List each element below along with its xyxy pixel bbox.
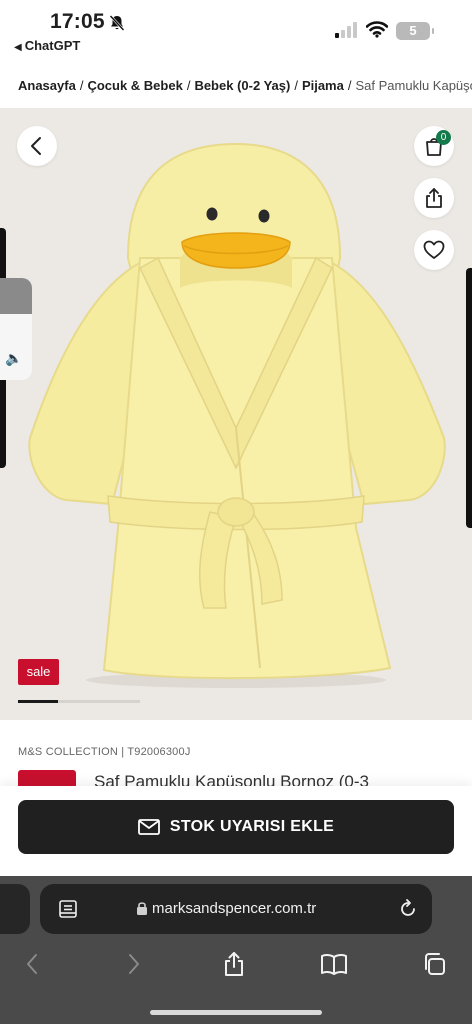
share-icon: [225, 952, 243, 976]
back-to-app-link[interactable]: ◀ ChatGPT: [14, 38, 80, 53]
browser-share-button[interactable]: [214, 946, 254, 982]
wifi-icon: [366, 21, 388, 38]
back-triangle-icon: ◀: [14, 42, 22, 53]
speaker-icon: 🔈: [5, 350, 23, 366]
breadcrumb-item-baby[interactable]: Bebek (0-2 Yaş): [194, 78, 290, 93]
wishlist-button[interactable]: [414, 230, 454, 270]
bookmarks-button[interactable]: [314, 946, 354, 982]
tabs-icon: [425, 953, 445, 975]
reload-icon[interactable]: [398, 898, 418, 920]
back-button[interactable]: [17, 126, 57, 166]
breadcrumb-current: Saf Pamuklu Kapüşonlu Bornoz (0-3 Yaş): [355, 78, 472, 93]
mail-icon: [137, 819, 160, 835]
stock-alert-button[interactable]: STOK UYARISI EKLE: [18, 800, 454, 854]
signal-icon: [335, 22, 357, 38]
stock-alert-label: STOK UYARISI EKLE: [169, 818, 335, 835]
bell-slash-icon: [109, 15, 125, 31]
chevron-left-icon: [31, 137, 41, 155]
share-button[interactable]: [414, 178, 454, 218]
breadcrumb-separator: /: [186, 78, 191, 93]
browser-chrome: marksandspencer.com.tr: [0, 876, 472, 1024]
bookmarks-icon: [321, 953, 347, 975]
home-indicator: [150, 1010, 322, 1015]
product-image: [28, 142, 446, 688]
browser-toolbar: [0, 946, 472, 986]
breadcrumb-item-kids-baby[interactable]: Çocuk & Bebek: [87, 78, 182, 93]
forward-icon: [129, 954, 139, 974]
share-icon: [426, 188, 442, 208]
accessibility-side-tab[interactable]: 🔈: [0, 278, 32, 380]
back-icon: [27, 954, 37, 974]
status-time: 17:05: [50, 10, 105, 33]
previous-tab-peek[interactable]: [0, 884, 30, 934]
breadcrumb-separator: /: [294, 78, 298, 93]
cart-count-badge: 0: [436, 130, 451, 145]
url-text: marksandspencer.com.tr: [152, 900, 317, 917]
tab-menu-icon[interactable]: [58, 899, 78, 919]
browser-back-button[interactable]: [12, 946, 52, 982]
browser-forward-button[interactable]: [114, 946, 154, 982]
battery-icon: 5: [396, 22, 434, 40]
breadcrumb-separator: /: [79, 78, 84, 93]
breadcrumb-item-pajamas[interactable]: Pijama: [302, 78, 344, 93]
gallery-progress-bar: [18, 700, 140, 703]
breadcrumb: Anasayfa / Çocuk & Bebek / Bebek (0-2 Yaş) / P…: [18, 78, 472, 98]
address-bar[interactable]: marksandspencer.com.tr: [40, 884, 432, 934]
brand-code: M&S COLLECTION | T92006300J: [18, 746, 191, 758]
heart-icon: [423, 240, 445, 259]
status-bar: 17:05 ◀ ChatGPT 5: [0, 0, 472, 58]
sticky-cta-bar: STOK UYARISI EKLE: [0, 786, 472, 876]
breadcrumb-item-home[interactable]: Anasayfa: [18, 78, 76, 93]
lock-icon: [137, 902, 147, 915]
tabs-button[interactable]: [414, 946, 454, 982]
gallery-progress-fill: [18, 700, 59, 703]
side-tab-top: [0, 278, 32, 314]
side-edge: [466, 268, 472, 528]
product-image-gallery[interactable]: 🔈 0 sale: [0, 108, 472, 720]
back-app-label: ChatGPT: [24, 38, 81, 53]
cart-button[interactable]: 0: [414, 126, 454, 166]
sale-badge: sale: [18, 659, 59, 685]
breadcrumb-separator: /: [347, 78, 352, 93]
